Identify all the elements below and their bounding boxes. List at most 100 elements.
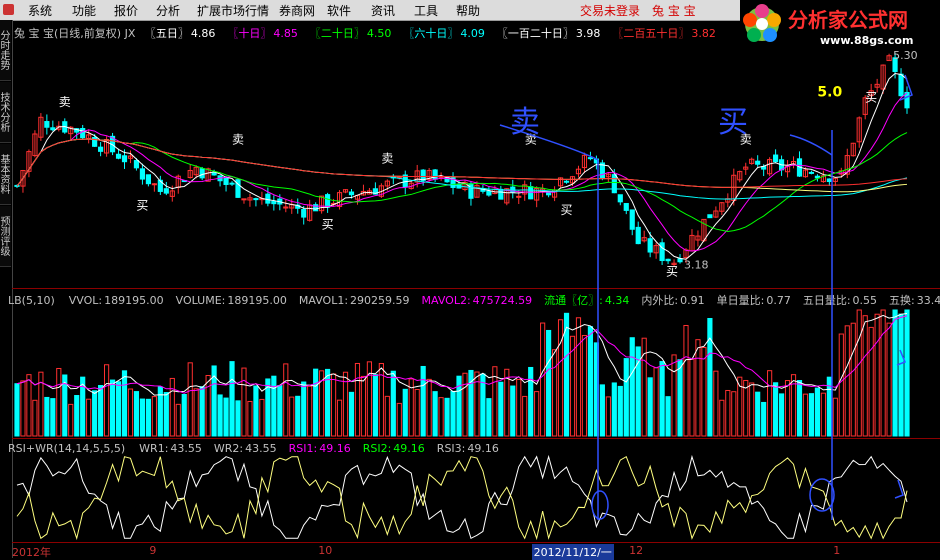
hand-buy-label: 买: [718, 105, 748, 140]
annotation-arrow: [789, 134, 833, 156]
candle-body: [92, 137, 98, 147]
candle-body: [773, 154, 779, 163]
volume-bar: [880, 309, 886, 437]
volume-bar: [713, 370, 719, 437]
candle-body: [826, 178, 832, 183]
volume-bar: [486, 398, 492, 437]
annotation-circle: [591, 490, 609, 520]
volume-bar: [50, 398, 56, 437]
buy-signal-label: 买: [666, 264, 678, 278]
volume-bar: [432, 391, 438, 437]
volume-bar: [295, 395, 301, 437]
volume-bar: [796, 380, 803, 437]
volume-bar: [271, 375, 277, 437]
volume-bar: [348, 391, 355, 437]
volume-bar: [820, 392, 826, 437]
volume-bar: [253, 385, 259, 437]
sell-signal-label: 卖: [232, 133, 244, 147]
volume-bar: [623, 358, 629, 437]
volume-bar: [450, 390, 456, 437]
volume-bar: [611, 382, 617, 437]
volume-bar: [671, 354, 677, 437]
buy-signal-label: 买: [865, 90, 877, 104]
chart-canvas[interactable]: 卖卖卖卖 卖买买买买买 3.185.305.0 卖买: [0, 0, 940, 558]
volume-bar: [617, 385, 623, 437]
volume-bar: [336, 399, 343, 437]
volume-bar: [56, 367, 62, 437]
volume-bar: [444, 397, 450, 437]
volume-bar: [420, 365, 426, 437]
candle-body: [348, 191, 355, 196]
volume-bar: [761, 401, 767, 437]
volume-bar: [528, 366, 534, 437]
candle-body: [498, 188, 504, 200]
volume-bar: [235, 400, 241, 437]
candle-body: [755, 160, 761, 165]
volume-bar: [74, 395, 80, 437]
candle-body: [563, 180, 570, 183]
ma-line-10: [16, 92, 908, 252]
volume-bar: [32, 399, 38, 437]
volume-bar: [898, 313, 904, 437]
volume-bar: [175, 403, 181, 437]
volume-bar: [587, 326, 594, 437]
volume-panel: [14, 309, 910, 437]
volume-bar: [115, 381, 122, 437]
candle-body: [211, 172, 217, 176]
volume-bar: [229, 361, 235, 437]
volume-bar: [516, 379, 522, 437]
volume-bar: [360, 375, 367, 437]
volume-bar: [86, 398, 92, 437]
candle-body: [635, 226, 641, 245]
candle-body: [623, 203, 629, 211]
volume-bar: [546, 329, 552, 437]
volume-bar: [784, 380, 791, 437]
volume-bar: [850, 322, 856, 437]
volume-bar: [557, 319, 564, 437]
annotation-circle: [809, 478, 835, 512]
volume-bar: [886, 322, 892, 437]
volume-bar: [498, 381, 504, 437]
candle-body: [665, 258, 671, 262]
mavol-line-10: [16, 315, 908, 394]
candle-body: [50, 127, 56, 131]
candle-body: [139, 168, 146, 180]
candle-body: [145, 174, 151, 185]
volume-bar: [103, 364, 110, 437]
volume-bar: [707, 317, 713, 437]
volume-bar: [438, 397, 444, 437]
volume-bar: [163, 392, 169, 437]
volume-bar: [330, 373, 337, 437]
volume-bar: [510, 385, 516, 437]
candle-body: [516, 195, 522, 198]
volume-bar: [581, 334, 588, 437]
buy-signal-label: 买: [322, 217, 334, 231]
volume-bar: [307, 385, 313, 437]
candle-body: [265, 193, 271, 204]
candle-body: [44, 121, 50, 128]
high-price-label: 5.30: [893, 49, 918, 62]
volume-bar: [838, 333, 844, 437]
x-axis-tick-label: 9: [149, 544, 157, 557]
candle-body: [486, 190, 492, 196]
candle-body: [898, 73, 904, 97]
volume-bar: [725, 389, 731, 437]
wr2-line: [16, 455, 908, 541]
volume-bar: [856, 309, 862, 437]
volume-bar: [20, 380, 26, 437]
sell-signal-label: 卖: [59, 95, 71, 109]
volume-bar: [199, 386, 205, 437]
volume-bar: [98, 385, 104, 437]
volume-bar: [14, 383, 20, 437]
candle-body: [617, 194, 623, 203]
candle-body: [121, 155, 128, 163]
sell-signal-label: 卖: [381, 152, 393, 166]
volume-bar: [832, 397, 838, 437]
volume-bar: [181, 393, 187, 437]
candle-body: [420, 169, 426, 181]
volume-bar: [396, 402, 402, 437]
volume-bar: [534, 391, 540, 437]
volume-bar: [289, 396, 295, 437]
rsi-panel: [16, 454, 908, 541]
volume-bar: [247, 400, 253, 437]
